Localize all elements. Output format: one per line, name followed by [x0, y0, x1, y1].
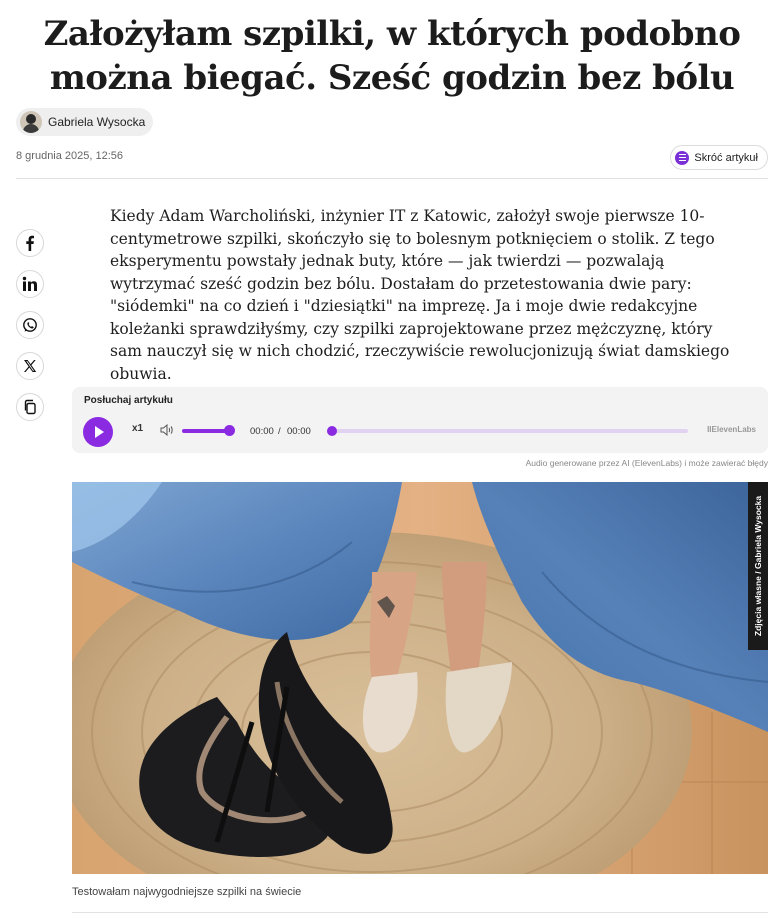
time-separator: /	[278, 426, 281, 437]
share-linkedin-button[interactable]	[16, 270, 44, 298]
audio-player: Posłuchaj artykułu x1 00:00 / 00:00 IIEl…	[72, 387, 768, 453]
summarize-label: Skróć artykuł	[694, 151, 758, 164]
summarize-button[interactable]: Skróć artykuł	[670, 145, 768, 170]
current-time: 00:00	[250, 426, 274, 437]
whatsapp-icon	[23, 318, 37, 332]
x-icon	[24, 360, 37, 372]
volume-slider[interactable]	[182, 429, 230, 433]
playback-speed-button[interactable]: x1	[132, 423, 143, 434]
copy-icon	[24, 399, 36, 415]
caption-divider	[72, 912, 768, 913]
author-name: Gabriela Wysocka	[48, 115, 146, 129]
article-title: Założyłam szpilki, w których podobno moż…	[43, 14, 741, 98]
elevenlabs-logo: IIElevenLabs	[707, 425, 756, 434]
linkedin-icon	[22, 276, 37, 291]
list-icon	[675, 150, 690, 165]
header-divider	[16, 178, 768, 179]
author-avatar	[20, 111, 42, 133]
photo-credit: Zdjęcia własne / Gabriela Wysocka	[748, 482, 768, 650]
player-title: Posłuchaj artykułu	[84, 395, 173, 406]
share-whatsapp-button[interactable]	[16, 311, 44, 339]
ai-disclaimer: Audio generowane przez AI (ElevenLabs) i…	[525, 458, 768, 468]
article-photo[interactable]: Zdjęcia własne / Gabriela Wysocka	[72, 482, 768, 874]
volume-icon[interactable]	[160, 424, 174, 436]
photo-caption: Testowałam najwygodniejsze szpilki na św…	[72, 886, 302, 898]
share-bar	[16, 229, 44, 421]
play-button[interactable]	[83, 417, 113, 447]
progress-handle[interactable]	[327, 426, 337, 436]
copy-link-button[interactable]	[16, 393, 44, 421]
share-x-button[interactable]	[16, 352, 44, 380]
volume-slider-handle[interactable]	[224, 425, 235, 436]
share-facebook-button[interactable]	[16, 229, 44, 257]
facebook-icon	[26, 235, 34, 251]
total-time: 00:00	[287, 426, 311, 437]
author-chip[interactable]: Gabriela Wysocka	[16, 108, 154, 136]
article-lead: Kiedy Adam Warcholiński, inżynier IT z K…	[110, 207, 730, 383]
photo-credit-label: Zdjęcia własne / Gabriela Wysocka	[753, 495, 764, 637]
progress-bar[interactable]	[330, 429, 688, 433]
publish-date: 8 grudnia 2025, 12:56	[16, 150, 124, 162]
